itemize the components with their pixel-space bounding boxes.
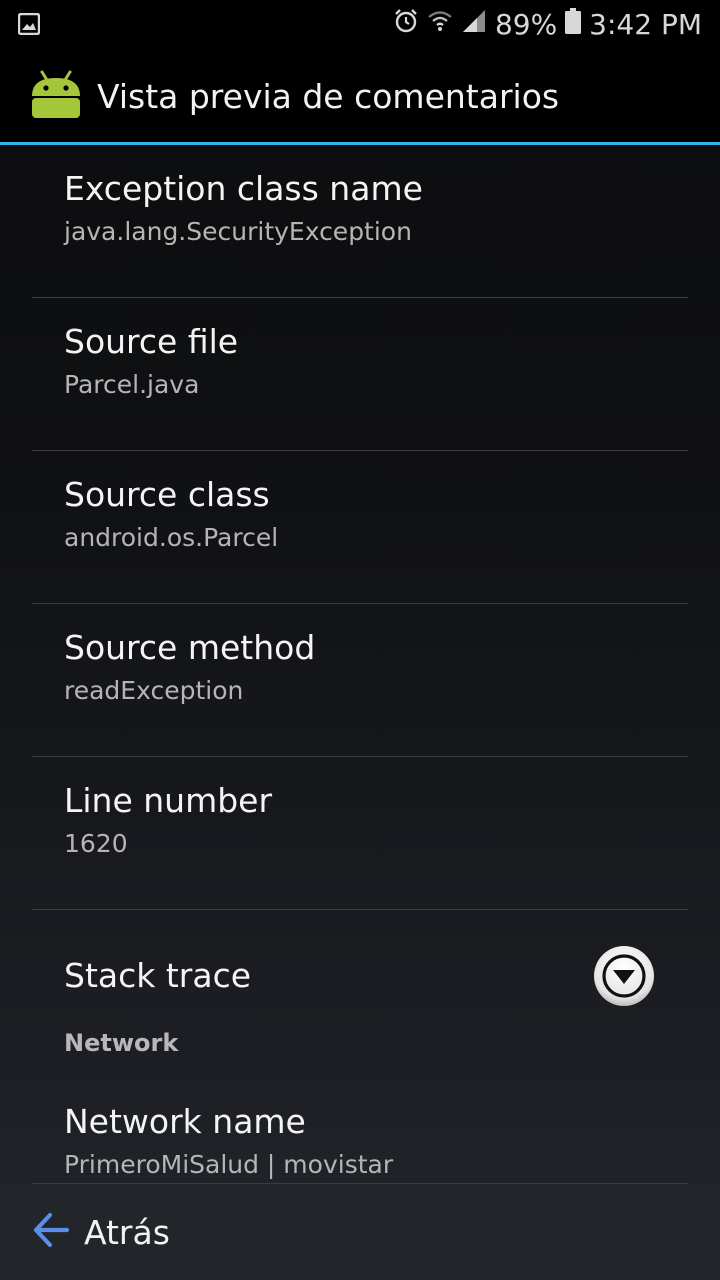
alarm-icon	[393, 0, 419, 50]
pref-source-method: Source method readException	[32, 604, 688, 757]
pref-label: Line number	[64, 781, 273, 820]
pref-source-class: Source class android.os.Parcel	[32, 451, 688, 604]
page-title: Vista previa de comentarios	[97, 77, 560, 116]
android-icon	[28, 66, 84, 126]
chevron-down-circle-icon[interactable]	[593, 945, 655, 1007]
pref-value: 1620	[64, 829, 128, 858]
signal-icon	[461, 0, 487, 50]
bottom-bar: Atrás	[0, 1185, 720, 1280]
status-bar: 89% 3:42 PM	[0, 0, 720, 50]
pref-label: Source file	[64, 322, 239, 361]
back-button[interactable]: Atrás	[30, 1207, 170, 1257]
screen: 89% 3:42 PM Vista previa de comentarios	[0, 0, 720, 1280]
pref-label: Source class	[64, 475, 270, 514]
stack-trace-row[interactable]: Stack trace	[32, 910, 688, 1040]
clock: 3:42 PM	[589, 8, 702, 41]
gallery-icon	[17, 12, 41, 39]
pref-label: Network name	[64, 1102, 306, 1141]
preference-list: Exception class name java.lang.SecurityE…	[0, 145, 720, 1040]
pref-exception-class-name: Exception class name java.lang.SecurityE…	[32, 145, 688, 298]
pref-value: PrimeroMiSalud | movistar	[64, 1150, 394, 1179]
pref-value: android.os.Parcel	[64, 523, 279, 552]
pref-source-file: Source file Parcel.java	[32, 298, 688, 451]
wifi-icon	[427, 0, 453, 50]
back-label: Atrás	[84, 1212, 170, 1252]
pref-label: Exception class name	[64, 169, 423, 208]
status-icons: 89% 3:42 PM	[393, 0, 702, 50]
pref-line-number: Line number 1620	[32, 757, 688, 910]
stack-trace-label: Stack trace	[64, 956, 252, 995]
battery-icon	[565, 0, 582, 50]
pref-network-name: Network name PrimeroMiSalud | movistar	[32, 1088, 688, 1184]
battery-percent: 89%	[494, 8, 558, 41]
pref-value: java.lang.SecurityException	[64, 217, 412, 246]
pref-label: Source method	[64, 628, 316, 667]
arrow-left-icon	[30, 1210, 70, 1254]
pref-value: readException	[64, 676, 244, 705]
section-header-network: Network	[64, 1029, 179, 1057]
pref-value: Parcel.java	[64, 370, 200, 399]
action-bar: Vista previa de comentarios	[0, 50, 720, 145]
